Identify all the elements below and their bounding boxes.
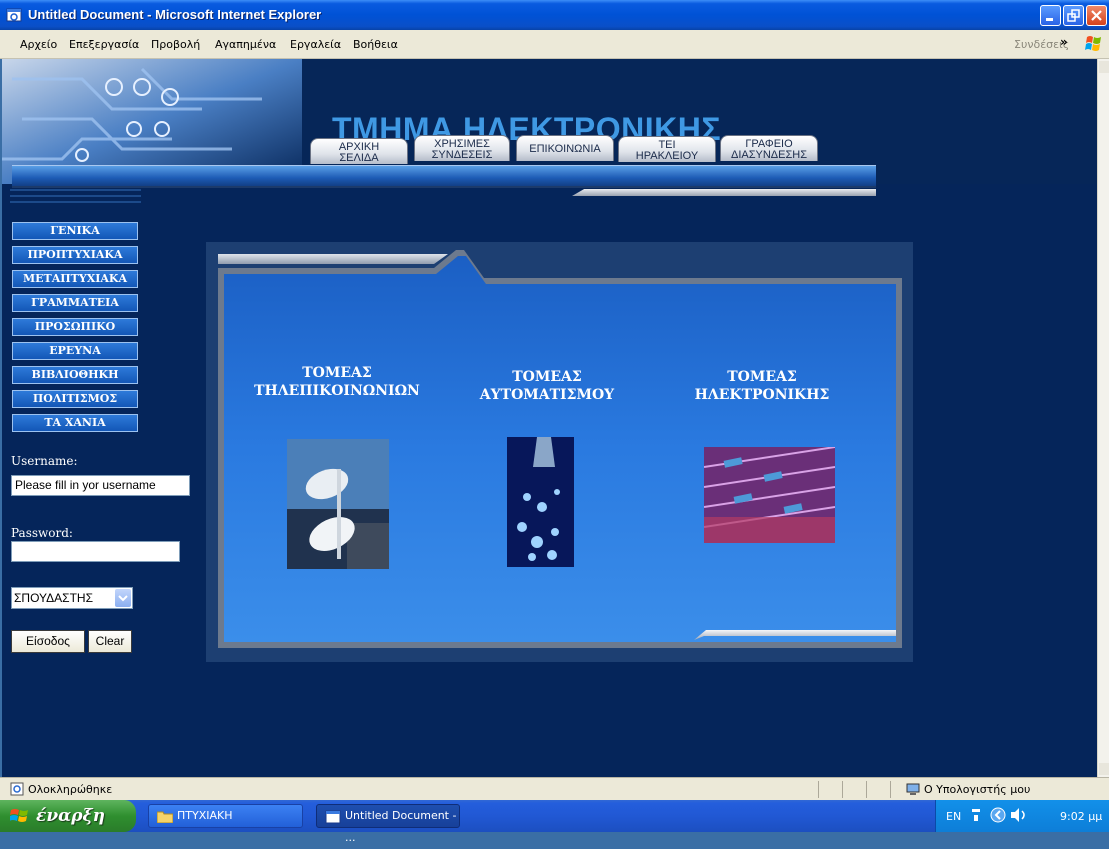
taskbar-item-browser-label: Untitled Document - ... [345, 809, 457, 844]
chevron-right-icon[interactable]: » [1060, 35, 1068, 49]
department-electronics-title[interactable]: ΤΟΜΕΑΣ ΗΛΕΚΤΡΟΝΙΚΗΣ [677, 368, 847, 404]
tray-expand-icon[interactable] [990, 807, 1006, 823]
menu-tools[interactable]: Εργαλεία [290, 38, 341, 51]
clock[interactable]: 9:02 μμ [1060, 810, 1102, 823]
restore-button[interactable] [1063, 5, 1084, 26]
department-automation-line2: ΑΥΤΟΜΑΤΙΣΜΟΥ [479, 387, 615, 403]
menu-help[interactable]: Βοήθεια [353, 38, 398, 51]
taskbar-item-folder[interactable]: ΠΤΥΧΙΑΚΗ [148, 804, 303, 828]
nav-rail-accent [572, 189, 876, 196]
nav-tab-tei-heraklion-line2: ΗΡΑΚΛΕΙΟΥ [635, 150, 699, 162]
language-indicator[interactable]: EN [946, 810, 961, 823]
department-electronics-line2: ΗΛΕΚΤΡΟΝΙΚΗΣ [694, 387, 830, 403]
nav-rail-divider [12, 186, 876, 188]
sidebar-item-culture[interactable]: ΠΟΛΙΤΙΣΜΟΣ [12, 390, 138, 408]
sidebar-item-undergraduate[interactable]: ΠΡΟΠΤΥΧΙΑΚΑ [12, 246, 138, 264]
department-telecom-line2: ΤΗΛΕΠΙΚΟΙΝΩΝΙΩΝ [254, 383, 420, 399]
sidebar-item-postgraduate[interactable]: ΜΕΤΑΠΤΥΧΙΑΚΑ [12, 270, 138, 288]
nav-tab-home-line2: ΣΕΛΙΔΑ [339, 152, 379, 164]
sidebar-item-chania[interactable]: ΤΑ ΧΑΝΙΑ [12, 414, 138, 432]
taskbar: έναρξη ΠΤΥΧΙΑΚΗ Untitled Document - ... … [0, 800, 1109, 844]
ie-icon [325, 810, 341, 824]
nav-tab-home[interactable]: ΑΡΧΙΚΗ ΣΕΛΙΔΑ [310, 138, 408, 164]
nav-tab-liaison-office-line2: ΔΙΑΣΥΝΔΕΣΗΣ [730, 149, 808, 161]
nav-tab-useful-links-line2: ΣΥΝΔΕΣΕΙΣ [431, 149, 493, 161]
sidebar-header-lines [10, 185, 141, 209]
sidebar-item-library[interactable]: ΒΙΒΛΙΟΘΗΚΗ [12, 366, 138, 384]
clear-button[interactable]: Clear [88, 630, 132, 653]
menu-file[interactable]: Αρχείο [20, 38, 57, 51]
language-bar-icon[interactable] [970, 807, 982, 823]
start-label: έναρξη [36, 806, 105, 826]
windows-logo-icon [1085, 36, 1101, 51]
close-icon [1091, 10, 1102, 21]
web-page: ΤΜΗΜΑ ΗΛΕΚΤΡΟΝΙΚΗΣ ΑΡΧΙΚΗ ΣΕΛΙΔΑ ΧΡΗΣΙΜΕ… [2, 59, 1097, 777]
taskbar-item-browser[interactable]: Untitled Document - ... [316, 804, 460, 844]
nav-tab-liaison-office[interactable]: ΓΡΑΦΕΙΟ ΔΙΑΣΥΝΔΕΣΗΣ [720, 135, 818, 161]
status-bar: Ολοκληρώθηκε Ο Υπολογιστής μου [0, 777, 1109, 801]
username-input[interactable]: Please fill in yor username [11, 475, 190, 496]
nav-tab-tei-heraklion[interactable]: ΤΕΙ ΗΡΑΚΛΕΙΟΥ [618, 136, 716, 162]
restore-icon [1067, 9, 1080, 22]
folder-icon [157, 811, 173, 823]
satellite-dish-image[interactable] [287, 439, 389, 569]
department-electronics-line1: ΤΟΜΕΑΣ [727, 369, 797, 385]
menu-view[interactable]: Προβολή [151, 38, 200, 51]
speaker-icon[interactable] [1010, 807, 1028, 823]
resistors-image[interactable] [704, 447, 835, 543]
department-telecom-line1: ΤΟΜΕΑΣ [302, 365, 372, 381]
minimize-button[interactable] [1040, 5, 1061, 26]
nav-tab-useful-links[interactable]: ΧΡΗΣΙΜΕΣ ΣΥΝΔΕΣΕΙΣ [414, 135, 510, 161]
login-button[interactable]: Είσοδος [11, 630, 85, 653]
chevron-down-icon[interactable] [115, 589, 131, 607]
sidebar-item-general[interactable]: ΓΕΝΙΚΑ [12, 222, 138, 240]
minimize-icon [1046, 18, 1053, 21]
menu-bar: Αρχείο Επεξεργασία Προβολή Αγαπημένα Εργ… [0, 30, 1109, 59]
sidebar-item-staff[interactable]: ΠΡΟΣΩΠΙΚΟ [12, 318, 138, 336]
sidebar-item-secretariat[interactable]: ΓΡΑΜΜΑΤΕΙΑ [12, 294, 138, 312]
security-zone-text: Ο Υπολογιστής μου [924, 783, 1031, 796]
sidebar-item-research[interactable]: ΕΡΕΥΝΑ [12, 342, 138, 360]
username-label: Username: [11, 454, 78, 468]
status-text: Ολοκληρώθηκε [28, 783, 113, 796]
nav-rail [12, 165, 876, 186]
optical-fiber-image[interactable] [507, 437, 574, 567]
department-telecom-title[interactable]: ΤΟΜΕΑΣ ΤΗΛΕΠΙΚΟΙΝΩΝΙΩΝ [242, 364, 432, 400]
windows-flag-icon [10, 809, 28, 822]
department-automation-title[interactable]: ΤΟΜΕΑΣ ΑΥΤΟΜΑΤΙΣΜΟΥ [457, 368, 637, 404]
window-title: Untitled Document - Microsoft Internet E… [28, 7, 322, 22]
ie-window-icon[interactable] [6, 7, 22, 23]
menu-favorites[interactable]: Αγαπημένα [215, 38, 276, 51]
nav-tab-contact-line1: ΕΠΙΚΟΙΝΩΝΙΑ [529, 143, 601, 155]
password-label: Password: [11, 526, 73, 540]
system-tray: EN 9:02 μμ [935, 800, 1109, 832]
scroll-down-arrow-icon[interactable] [1099, 763, 1109, 775]
close-button[interactable] [1086, 5, 1107, 26]
vertical-scrollbar[interactable] [1097, 59, 1109, 777]
menu-edit[interactable]: Επεξεργασία [69, 38, 139, 51]
role-select[interactable]: ΣΠΟΥΔΑΣΤΗΣ [11, 587, 133, 609]
role-select-value: ΣΠΟΥΔΑΣΤΗΣ [14, 591, 93, 605]
nav-tab-contact[interactable]: ΕΠΙΚΟΙΝΩΝΙΑ [516, 135, 614, 161]
department-automation-line1: ΤΟΜΕΑΣ [512, 369, 582, 385]
page-done-icon [10, 782, 24, 796]
taskbar-item-folder-label: ΠΤΥΧΙΑΚΗ [177, 809, 233, 822]
start-button[interactable]: έναρξη [0, 800, 136, 832]
window-title-bar: Untitled Document - Microsoft Internet E… [0, 0, 1109, 30]
password-input[interactable] [11, 541, 180, 562]
my-computer-icon [906, 783, 920, 795]
scroll-up-arrow-icon[interactable] [1099, 61, 1109, 73]
